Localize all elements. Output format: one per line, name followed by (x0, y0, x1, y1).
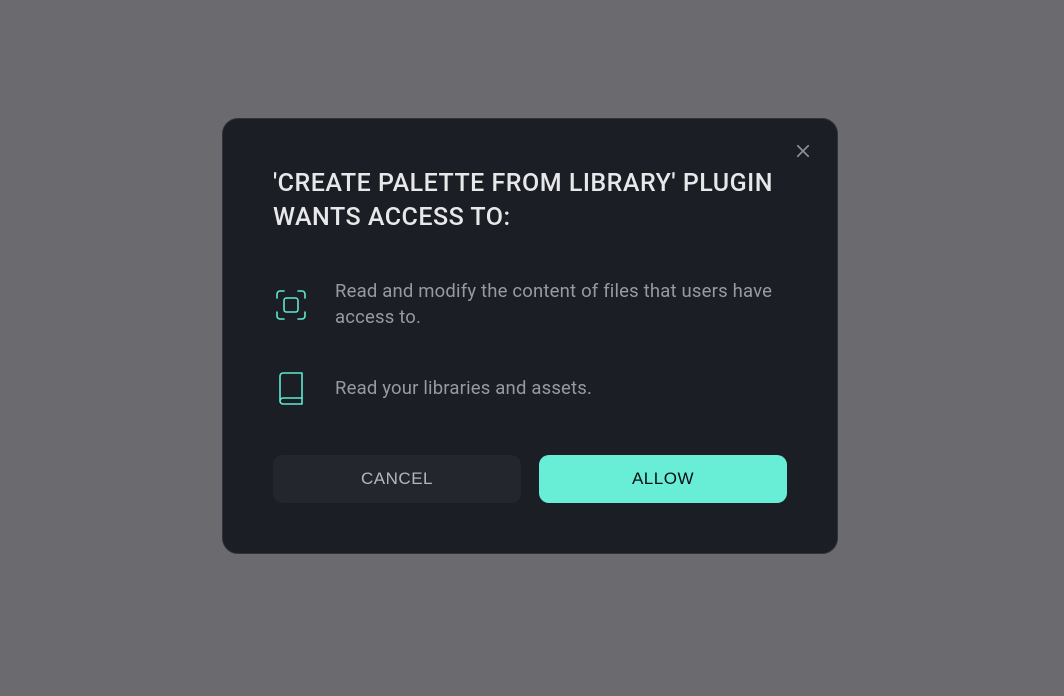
book-icon (273, 371, 309, 407)
permission-dialog: 'CREATE PALETTE FROM LIBRARY' PLUGIN WAN… (222, 118, 838, 553)
dialog-actions: CANCEL ALLOW (273, 455, 787, 503)
cancel-button[interactable]: CANCEL (273, 455, 521, 503)
permission-item: Read and modify the content of files tha… (273, 279, 787, 331)
permissions-list: Read and modify the content of files tha… (273, 279, 787, 407)
permission-item: Read your libraries and assets. (273, 371, 787, 407)
allow-button[interactable]: ALLOW (539, 455, 787, 503)
permission-text: Read and modify the content of files tha… (335, 279, 787, 331)
close-icon (794, 142, 812, 164)
scan-content-icon (273, 287, 309, 323)
dialog-title: 'CREATE PALETTE FROM LIBRARY' PLUGIN WAN… (273, 167, 787, 235)
close-button[interactable] (791, 141, 815, 165)
permission-text: Read your libraries and assets. (335, 376, 592, 402)
